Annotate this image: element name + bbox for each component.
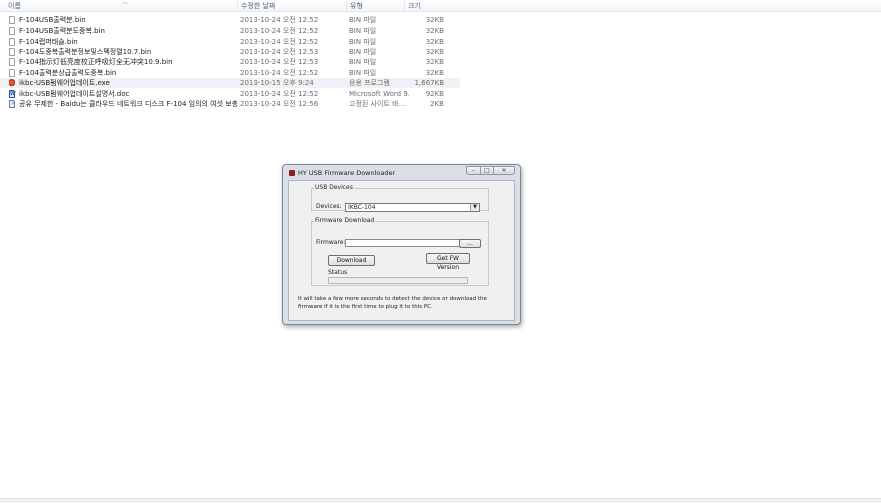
- dialog-title-bar[interactable]: HY USB Firmware Downloader – □ ✕: [283, 165, 520, 181]
- file-size: 32KB: [425, 38, 444, 46]
- file-name: ikbc-USB펌웨어업데이트.exe: [19, 79, 110, 87]
- word-doc-icon: [9, 89, 17, 98]
- usb-devices-group: USB Devices Devices: IKBC-104 ▼: [311, 184, 489, 212]
- file-size: 32KB: [425, 48, 444, 56]
- file-row[interactable]: F-104출력분상급출력도중복.bin 2013-10-24 오전 12:52 …: [0, 68, 460, 78]
- firmware-label: Firmware:: [316, 239, 346, 246]
- file-size: 1,667KB: [414, 79, 444, 87]
- file-date: 2013-10-24 오전 12:53: [240, 58, 319, 66]
- app-icon: [289, 170, 295, 176]
- file-type: Microsoft Word 9...: [349, 90, 409, 98]
- file-date: 2013-10-24 오전 12:52: [240, 90, 319, 98]
- dialog-client-area: USB Devices Devices: IKBC-104 ▼ Firmware…: [288, 180, 515, 321]
- file-row[interactable]: F-104USB출력분도중복.bin 2013-10-24 오전 12:52 B…: [0, 26, 460, 36]
- status-progress-bar: [328, 277, 468, 284]
- devices-value: IKBC-104: [348, 204, 376, 211]
- file-icon: [9, 68, 17, 77]
- file-type: 응용 프로그램: [349, 79, 390, 87]
- file-icon: [9, 15, 17, 24]
- minimize-icon: –: [472, 167, 475, 174]
- file-row-selected[interactable]: ikbc-USB펌웨어업데이트.exe 2013-10-15 오후 9:24 응…: [0, 78, 460, 88]
- file-date: 2013-10-24 오전 12:52: [240, 27, 319, 35]
- close-icon: ✕: [501, 167, 507, 174]
- file-date: 2013-10-24 오전 12:56: [240, 100, 319, 108]
- file-row[interactable]: F-104도중복출력분정보및스펙정렬10.7.bin 2013-10-24 오전…: [0, 47, 460, 57]
- file-size: 32KB: [425, 58, 444, 66]
- file-type: BIN 파일: [349, 48, 377, 56]
- file-icon: [9, 26, 17, 35]
- file-row[interactable]: 공유 무제한 - Baidu는 클라우드 네트워크 디스크 F-104 임의의 …: [0, 99, 460, 109]
- column-name-label: 이름: [8, 2, 21, 10]
- get-fw-version-button[interactable]: Get FW Version: [426, 253, 470, 271]
- file-name: 공유 무제한 - Baidu는 클라우드 네트워크 디스크 F-104 임의의 …: [19, 100, 237, 108]
- maximize-icon: □: [484, 167, 490, 174]
- file-type: BIN 파일: [349, 69, 377, 77]
- file-icon: [9, 57, 17, 66]
- bottom-border: [0, 498, 881, 503]
- file-name: F-104USB출력분도중복.bin: [19, 27, 105, 35]
- column-header-name[interactable]: 이름 ︿: [5, 0, 237, 11]
- firmware-downloader-dialog: HY USB Firmware Downloader – □ ✕ USB Dev…: [282, 164, 521, 325]
- file-date: 2013-10-24 오전 12:52: [240, 69, 319, 77]
- exe-icon: [9, 78, 17, 87]
- file-size: 92KB: [425, 90, 444, 98]
- dialog-title: HY USB Firmware Downloader: [298, 169, 396, 177]
- info-note: It will take a few more seconds to detec…: [298, 296, 487, 310]
- file-size: 2KB: [430, 100, 444, 108]
- column-type-label: 유형: [350, 2, 363, 10]
- minimize-button[interactable]: –: [466, 166, 481, 175]
- file-row[interactable]: F-104USB출력분.bin 2013-10-24 오전 12:52 BIN …: [0, 15, 460, 25]
- file-name: F-104USB출력분.bin: [19, 16, 86, 24]
- file-row[interactable]: F-104랩퍼태슬.bin 2013-10-24 오전 12:52 BIN 파일…: [0, 37, 460, 47]
- file-size: 32KB: [425, 27, 444, 35]
- file-date: 2013-10-24 오전 12:52: [240, 16, 319, 24]
- file-row[interactable]: F-104指示灯低亮度校正呼吸灯全无冲突10.9.bin 2013-10-24 …: [0, 57, 460, 67]
- file-size: 32KB: [425, 16, 444, 24]
- column-header: 이름 ︿ 수정한 날짜 유형 크기: [0, 0, 881, 12]
- file-type: BIN 파일: [349, 27, 377, 35]
- file-date: 2013-10-15 오후 9:24: [240, 79, 314, 87]
- column-date-label: 수정한 날짜: [241, 2, 276, 10]
- usb-devices-label: USB Devices: [315, 184, 353, 191]
- browse-button[interactable]: ...: [459, 239, 481, 248]
- firmware-download-group: Firmware Download Firmware: ... Download…: [311, 218, 489, 286]
- file-type: 고정된 사이트 바...: [349, 100, 406, 108]
- shortcut-icon: [9, 99, 17, 108]
- file-type: BIN 파일: [349, 38, 377, 46]
- file-type: BIN 파일: [349, 16, 377, 24]
- file-row[interactable]: ikbc-USB펌웨어업데이트설명서.doc 2013-10-24 오전 12:…: [0, 89, 460, 99]
- file-type: BIN 파일: [349, 58, 377, 66]
- maximize-button[interactable]: □: [480, 166, 494, 175]
- file-size: 32KB: [425, 69, 444, 77]
- column-header-date[interactable]: 수정한 날짜: [237, 1, 346, 11]
- sort-arrow-icon: ︿: [122, 0, 129, 6]
- file-name: F-104출력분상급출력도중복.bin: [19, 69, 117, 77]
- file-name: F-104指示灯低亮度校正呼吸灯全无冲突10.9.bin: [19, 58, 173, 66]
- devices-label: Devices:: [316, 203, 342, 210]
- download-button[interactable]: Download: [328, 255, 375, 266]
- devices-select[interactable]: IKBC-104 ▼: [345, 203, 480, 212]
- column-header-type[interactable]: 유형: [346, 1, 404, 11]
- column-size-label: 크기: [408, 2, 421, 10]
- file-name: F-104랩퍼태슬.bin: [19, 38, 78, 46]
- firmware-download-label: Firmware Download: [315, 217, 375, 224]
- file-date: 2013-10-24 오전 12:53: [240, 48, 319, 56]
- file-date: 2013-10-24 오전 12:52: [240, 38, 319, 46]
- column-header-size[interactable]: 크기: [404, 1, 446, 11]
- file-name: F-104도중복출력분정보및스펙정렬10.7.bin: [19, 48, 152, 56]
- status-label: Status: [328, 269, 348, 276]
- chevron-down-icon[interactable]: ▼: [470, 204, 479, 211]
- file-icon: [9, 47, 17, 56]
- file-name: ikbc-USB펌웨어업데이트설명서.doc: [19, 90, 130, 98]
- close-button[interactable]: ✕: [493, 166, 515, 175]
- file-icon: [9, 37, 17, 46]
